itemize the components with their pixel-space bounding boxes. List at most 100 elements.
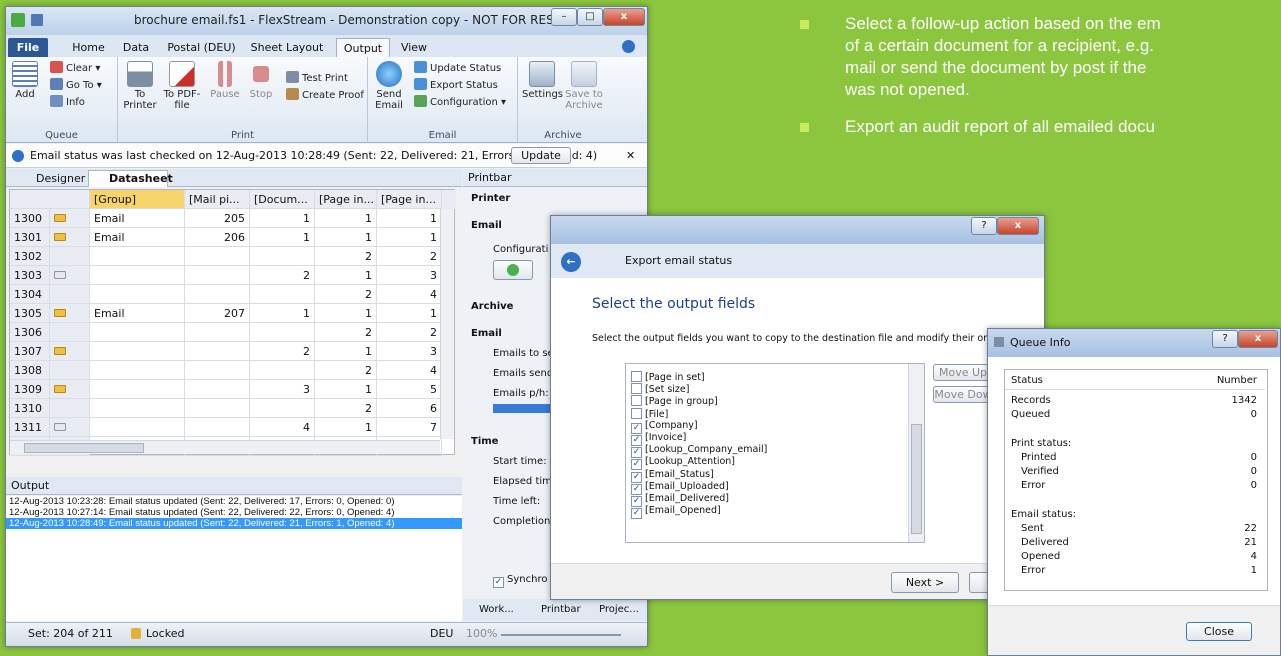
- page-in-cell[interactable]: 1: [315, 228, 377, 247]
- page-in-cell[interactable]: 2: [315, 285, 377, 304]
- create-proof-button[interactable]: Create Proof: [286, 88, 364, 103]
- mail-piece-cell[interactable]: [185, 247, 250, 266]
- group-cell[interactable]: [90, 285, 185, 304]
- field-checkbox-item[interactable]: [File]: [631, 407, 668, 421]
- tab-printbar[interactable]: Printbar: [541, 599, 581, 621]
- mail-piece-cell[interactable]: [185, 361, 250, 380]
- mail-piece-cell[interactable]: [185, 380, 250, 399]
- help-icon[interactable]: [622, 40, 635, 53]
- group-cell[interactable]: Email: [90, 304, 185, 323]
- row-number[interactable]: 1304: [10, 285, 50, 304]
- field-checkbox-item[interactable]: [Page in group]: [631, 395, 718, 408]
- move-up-button[interactable]: Move Up: [933, 364, 993, 381]
- page-in-cell[interactable]: 1: [315, 418, 377, 437]
- page-in-cell[interactable]: 3: [377, 342, 442, 361]
- status-icon-cell[interactable]: [50, 285, 90, 304]
- update-status-button[interactable]: Update Status: [414, 61, 501, 76]
- mail-piece-cell[interactable]: [185, 399, 250, 418]
- tab-file[interactable]: File: [8, 38, 48, 57]
- row-number[interactable]: 1310: [10, 399, 50, 418]
- document-cell[interactable]: 1: [250, 228, 315, 247]
- table-row[interactable]: 1306 2 2: [10, 323, 442, 342]
- status-icon-cell[interactable]: [50, 380, 90, 399]
- column-header[interactable]: [Group]: [90, 190, 185, 209]
- page-in-cell[interactable]: 4: [377, 285, 442, 304]
- page-in-cell[interactable]: 1: [315, 304, 377, 323]
- page-in-cell[interactable]: 2: [315, 361, 377, 380]
- tab-view[interactable]: View: [394, 38, 434, 57]
- page-in-cell[interactable]: 6: [377, 399, 442, 418]
- document-cell[interactable]: 2: [250, 342, 315, 361]
- table-row[interactable]: 1304 2 4: [10, 285, 442, 304]
- row-number[interactable]: 1303: [10, 266, 50, 285]
- page-in-cell[interactable]: 1: [377, 209, 442, 228]
- status-icon-cell[interactable]: [50, 361, 90, 380]
- group-cell[interactable]: Email: [90, 228, 185, 247]
- table-row[interactable]: 1301 Email 206 1 1 1: [10, 228, 442, 247]
- to-pdf-button[interactable]: To PDF-file: [162, 61, 202, 111]
- field-checkbox-item[interactable]: ✓ [Email_Opened]: [631, 505, 721, 520]
- checkbox[interactable]: [631, 395, 642, 407]
- checkbox[interactable]: ✓: [631, 508, 642, 520]
- row-number[interactable]: 1309: [10, 380, 50, 399]
- checkbox[interactable]: [631, 383, 642, 395]
- field-checkbox-item[interactable]: [Set size]: [631, 383, 689, 396]
- document-cell[interactable]: [250, 361, 315, 380]
- row-number[interactable]: 1308: [10, 361, 50, 380]
- email-config-button[interactable]: [493, 260, 533, 280]
- status-icon-cell[interactable]: [50, 228, 90, 247]
- mail-piece-cell[interactable]: 206: [185, 228, 250, 247]
- mail-piece-cell[interactable]: [185, 285, 250, 304]
- page-in-cell[interactable]: 2: [315, 247, 377, 266]
- help-button[interactable]: ?: [971, 217, 997, 235]
- fields-scrollbar[interactable]: [908, 364, 924, 542]
- page-in-cell[interactable]: 2: [377, 247, 442, 266]
- settings-button[interactable]: Settings: [522, 61, 563, 100]
- page-in-cell[interactable]: 2: [315, 399, 377, 418]
- zoom-slider[interactable]: [501, 634, 621, 636]
- status-icon-cell[interactable]: [50, 209, 90, 228]
- tab-data[interactable]: Data: [116, 38, 156, 57]
- page-in-cell[interactable]: 1: [315, 209, 377, 228]
- close-dialog-button[interactable]: Close: [1186, 622, 1252, 641]
- field-checkbox-item[interactable]: [Page in set]: [631, 371, 705, 384]
- group-cell[interactable]: [90, 418, 185, 437]
- status-icon-cell[interactable]: [50, 342, 90, 361]
- row-number[interactable]: 1306: [10, 323, 50, 342]
- group-cell[interactable]: [90, 247, 185, 266]
- row-number[interactable]: 1307: [10, 342, 50, 361]
- export-status-button[interactable]: Export Status: [414, 78, 498, 93]
- close-button[interactable]: x: [603, 8, 645, 26]
- close-button[interactable]: x: [997, 217, 1039, 235]
- close-icon[interactable]: ✕: [626, 144, 635, 168]
- scrollbar-thumb[interactable]: [911, 424, 922, 534]
- page-in-cell[interactable]: 2: [377, 323, 442, 342]
- document-cell[interactable]: [250, 285, 315, 304]
- test-print-button[interactable]: Test Print: [286, 71, 348, 86]
- page-in-cell[interactable]: 1: [315, 342, 377, 361]
- table-row[interactable]: 1303 2 1 3: [10, 266, 442, 285]
- status-icon-cell[interactable]: [50, 266, 90, 285]
- group-cell[interactable]: [90, 361, 185, 380]
- document-cell[interactable]: 2: [250, 266, 315, 285]
- mail-piece-cell[interactable]: [185, 266, 250, 285]
- send-email-button[interactable]: Send Email: [372, 61, 406, 111]
- tab-datasheet[interactable]: Datasheet: [88, 170, 173, 187]
- tab-projects[interactable]: Projec...: [599, 599, 639, 621]
- group-cell[interactable]: [90, 399, 185, 418]
- horizontal-scrollbar[interactable]: [10, 440, 440, 454]
- column-header[interactable]: [Page in...: [315, 190, 377, 209]
- group-cell[interactable]: [90, 266, 185, 285]
- mail-piece-cell[interactable]: [185, 323, 250, 342]
- log-line-selected[interactable]: 12-Aug-2013 10:28:49: Email status updat…: [6, 518, 462, 529]
- document-cell[interactable]: 3: [250, 380, 315, 399]
- tab-home[interactable]: Home: [66, 38, 111, 57]
- help-button[interactable]: ?: [1212, 330, 1238, 348]
- scrollbar-thumb[interactable]: [24, 443, 144, 453]
- row-number[interactable]: 1311: [10, 418, 50, 437]
- column-header[interactable]: [Docum...: [250, 190, 315, 209]
- checkbox[interactable]: [631, 371, 642, 382]
- maximize-button[interactable]: □: [577, 8, 603, 26]
- row-number[interactable]: 1305: [10, 304, 50, 323]
- close-button[interactable]: x: [1238, 330, 1278, 348]
